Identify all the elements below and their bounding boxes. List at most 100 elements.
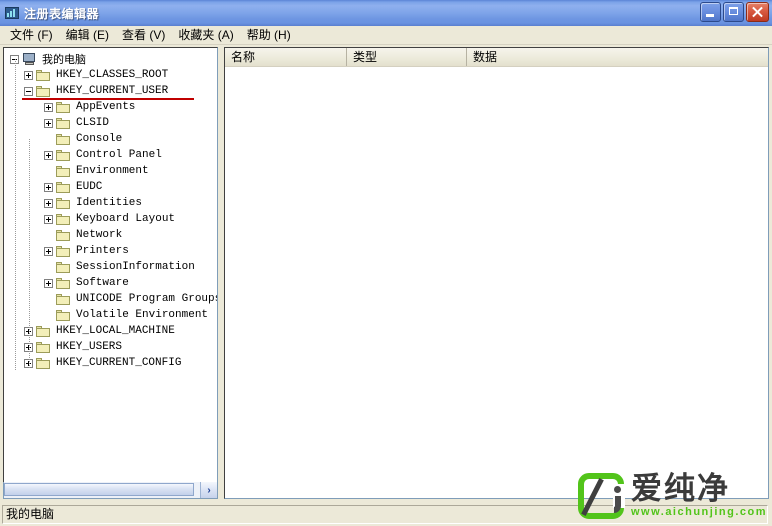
tree-node[interactable]: Control Panel — [4, 147, 217, 163]
folder-icon — [36, 85, 52, 98]
tree-node-label: HKEY_CURRENT_USER — [56, 85, 169, 97]
tree-node-label: Keyboard Layout — [76, 213, 176, 225]
values-list-body[interactable] — [225, 67, 768, 498]
folder-icon — [56, 101, 72, 114]
folder-icon — [36, 341, 52, 354]
expand-icon[interactable] — [44, 246, 53, 256]
tree-node[interactable]: Keyboard Layout — [4, 211, 217, 227]
scroll-right-button[interactable]: › — [200, 482, 217, 498]
maximize-icon — [729, 7, 738, 15]
tree-node-label: UNICODE Program Groups — [76, 293, 218, 305]
folder-icon — [56, 149, 72, 162]
tree-node-label: Printers — [76, 245, 129, 257]
window-title: 注册表编辑器 — [24, 6, 100, 21]
tree-node-label: 我的电脑 — [42, 55, 86, 67]
values-list-header: 名称 类型 数据 — [225, 48, 768, 67]
status-bar: 我的电脑 — [0, 503, 772, 526]
registry-tree-panel[interactable]: 我的电脑 HKEY_CLASSES_ROOT HKEY_CURRENT_USER Ap… — [3, 47, 218, 498]
tree-node-label: HKEY_CURRENT_CONFIG — [56, 357, 182, 369]
tree-node-label: EUDC — [76, 181, 103, 193]
collapse-icon[interactable] — [24, 86, 33, 96]
tree-node-label: Environment — [76, 165, 149, 177]
tree-node[interactable]: EUDC — [4, 179, 217, 195]
tree-node-label: HKEY_LOCAL_MACHINE — [56, 325, 175, 337]
folder-icon — [56, 309, 72, 322]
title-bar: 注册表编辑器 — [0, 0, 772, 26]
folder-icon — [56, 165, 72, 178]
expand-icon[interactable] — [44, 214, 53, 224]
minimize-button[interactable] — [700, 2, 721, 22]
folder-icon — [56, 277, 72, 290]
tree-node-label: Software — [76, 277, 129, 289]
tree-node[interactable]: CLSID — [4, 115, 217, 131]
column-header-name[interactable]: 名称 — [225, 48, 347, 66]
close-button[interactable] — [746, 2, 769, 22]
tree-node[interactable]: Printers — [4, 243, 217, 259]
folder-icon — [36, 69, 52, 82]
status-path: 我的电脑 — [2, 505, 768, 524]
expand-icon[interactable] — [44, 182, 53, 192]
tree-node[interactable]: Identities — [4, 195, 217, 211]
tree-node[interactable]: HKEY_CLASSES_ROOT — [4, 67, 217, 83]
folder-icon — [56, 133, 72, 146]
expand-icon[interactable] — [24, 70, 33, 80]
tree-node[interactable]: Volatile Environment — [4, 307, 217, 323]
folder-icon — [56, 213, 72, 226]
tree-node[interactable]: HKEY_LOCAL_MACHINE — [4, 323, 217, 339]
window-controls — [700, 2, 769, 22]
menu-view[interactable]: 查看 (V) — [117, 27, 173, 44]
regedit-window: 注册表编辑器 文件 (F) 编辑 (E) 查看 (V) 收藏夹 (A) 帮助 (… — [0, 0, 772, 526]
regedit-icon — [4, 5, 20, 21]
folder-icon — [36, 325, 52, 338]
tree-node[interactable]: 我的电脑 — [4, 51, 217, 67]
tree-node[interactable]: Console — [4, 131, 217, 147]
computer-icon — [22, 52, 38, 66]
tree-scroll-thumb[interactable] — [4, 483, 194, 496]
tree-guide-line — [15, 59, 16, 371]
tree-node-label: Volatile Environment — [76, 309, 209, 321]
expand-icon[interactable] — [44, 118, 53, 128]
tree-node[interactable]: AppEvents — [4, 99, 217, 115]
menu-file[interactable]: 文件 (F) — [5, 27, 61, 44]
folder-icon — [56, 117, 72, 130]
tree-node[interactable]: HKEY_CURRENT_USER — [4, 83, 217, 100]
tree-node[interactable]: HKEY_CURRENT_CONFIG — [4, 355, 217, 371]
registry-tree: 我的电脑 HKEY_CLASSES_ROOT HKEY_CURRENT_USER Ap… — [4, 48, 217, 371]
client-area: 我的电脑 HKEY_CLASSES_ROOT HKEY_CURRENT_USER Ap… — [0, 45, 772, 501]
tree-node[interactable]: SessionInformation — [4, 259, 217, 275]
tree-scroll-track[interactable] — [4, 482, 200, 498]
tree-node[interactable]: HKEY_USERS — [4, 339, 217, 355]
expand-icon[interactable] — [44, 278, 53, 288]
tree-node[interactable]: Software — [4, 275, 217, 291]
maximize-button[interactable] — [723, 2, 744, 22]
folder-icon — [56, 181, 72, 194]
tree-node-label: SessionInformation — [76, 261, 195, 273]
folder-icon — [56, 229, 72, 242]
folder-icon — [56, 245, 72, 258]
tree-horizontal-scrollbar[interactable]: › — [3, 482, 218, 499]
tree-node[interactable]: Network — [4, 227, 217, 243]
tree-node-label: Identities — [76, 197, 143, 209]
tree-node[interactable]: UNICODE Program Groups — [4, 291, 217, 307]
menu-edit[interactable]: 编辑 (E) — [61, 27, 117, 44]
folder-icon — [56, 261, 72, 274]
column-header-data[interactable]: 数据 — [467, 48, 768, 66]
tree-node-label: HKEY_CLASSES_ROOT — [56, 69, 169, 81]
folder-icon — [56, 293, 72, 306]
expand-icon[interactable] — [44, 150, 53, 160]
tree-node-label: HKEY_USERS — [56, 341, 123, 353]
menu-help[interactable]: 帮助 (H) — [242, 27, 299, 44]
menu-favorites[interactable]: 收藏夹 (A) — [173, 27, 241, 44]
tree-node[interactable]: Environment — [4, 163, 217, 179]
folder-icon — [36, 357, 52, 370]
expand-icon[interactable] — [44, 198, 53, 208]
values-list-panel[interactable]: 名称 类型 数据 — [224, 47, 769, 499]
column-header-type[interactable]: 类型 — [347, 48, 467, 66]
expand-icon[interactable] — [44, 102, 53, 112]
